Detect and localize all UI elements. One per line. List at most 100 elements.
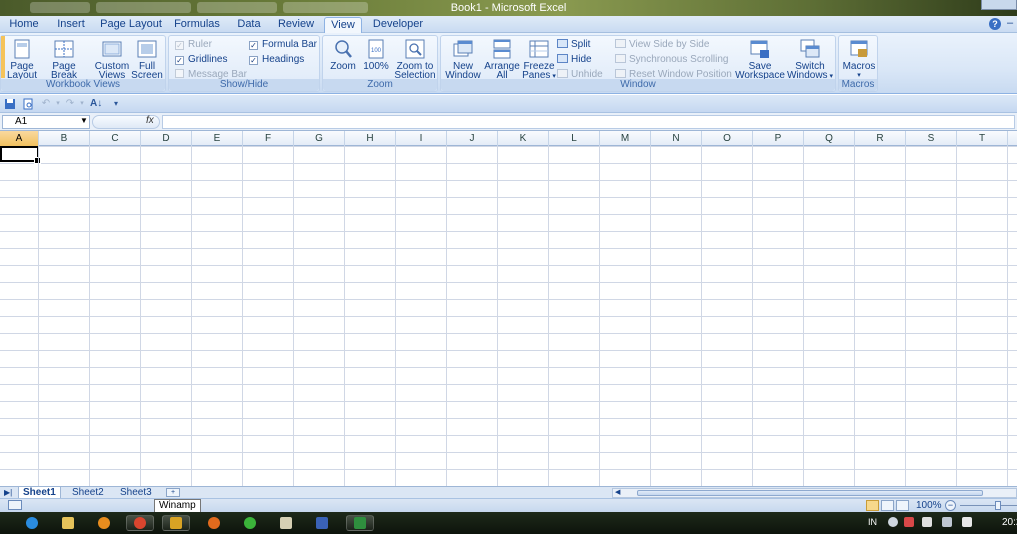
hide-button[interactable]: Hide	[557, 53, 592, 66]
tab-insert[interactable]: Insert	[50, 17, 92, 33]
taskbar-app-icon[interactable]	[236, 515, 264, 531]
taskbar-notes-icon[interactable]	[272, 515, 300, 531]
horizontal-scroll-thumb[interactable]	[637, 490, 983, 496]
zoom-level[interactable]: 100%	[916, 500, 942, 512]
save-workspace-button[interactable]: Save Workspace	[735, 38, 785, 81]
column-header-h[interactable]: H	[345, 131, 396, 146]
arrange-all-button[interactable]: Arrange All	[483, 38, 521, 81]
insert-function-icon[interactable]: fx	[146, 115, 154, 127]
full-screen-button[interactable]: Full Screen	[131, 38, 163, 81]
zoom-slider-thumb[interactable]	[995, 501, 1001, 510]
scroll-left-icon[interactable]: ◀	[615, 489, 620, 497]
redo-dropdown-icon[interactable]: ▾	[76, 98, 88, 110]
column-header-a[interactable]: A	[0, 131, 39, 146]
tab-developer[interactable]: Developer	[370, 17, 426, 33]
redo-icon[interactable]: ↷	[64, 98, 76, 110]
taskbar-explorer-icon[interactable]	[54, 515, 82, 531]
help-icon[interactable]: ?	[989, 18, 1001, 30]
display-icon[interactable]	[942, 517, 952, 527]
ruler-checkbox[interactable]: ✓ Ruler	[175, 38, 212, 51]
zoom-100-button[interactable]: 100 100%	[361, 38, 391, 72]
column-header-o[interactable]: O	[702, 131, 753, 146]
taskbar-media-player-icon[interactable]	[90, 515, 118, 531]
status-bar: 100% −	[0, 498, 1017, 512]
zoom-button[interactable]: Zoom	[327, 38, 359, 72]
switch-windows-button[interactable]: Switch Windows ▾	[785, 38, 835, 81]
tab-page-layout[interactable]: Page Layout	[100, 17, 162, 33]
formula-input[interactable]	[162, 115, 1015, 129]
device-icon[interactable]	[922, 517, 932, 527]
tab-formulas[interactable]: Formulas	[170, 17, 224, 33]
zoom-out-icon[interactable]: −	[945, 500, 956, 511]
column-header-i[interactable]: I	[396, 131, 447, 146]
custom-views-button[interactable]: Custom Views	[93, 38, 131, 81]
horizontal-scrollbar[interactable]: ◀	[612, 488, 1017, 498]
normal-view-icon[interactable]	[866, 500, 879, 511]
customize-toolbar-icon[interactable]: ▾	[110, 98, 122, 110]
undo-dropdown-icon[interactable]: ▾	[52, 98, 64, 110]
taskbar-chrome-icon[interactable]	[126, 515, 154, 531]
group-zoom: Zoom 100 100% Zoom to Selection Zoom	[322, 35, 438, 92]
zoom-slider[interactable]	[960, 505, 1017, 506]
macros-button[interactable]: Macros ▾	[841, 38, 877, 80]
action-center-flag-icon[interactable]	[904, 517, 914, 527]
taskbar-word-icon[interactable]	[308, 515, 336, 531]
column-header-r[interactable]: R	[855, 131, 906, 146]
page-layout-button[interactable]: Page Layout	[7, 38, 37, 81]
column-header-b[interactable]: B	[39, 131, 90, 146]
column-header-j[interactable]: J	[447, 131, 498, 146]
column-header-f[interactable]: F	[243, 131, 294, 146]
synchronous-scrolling-button[interactable]: Synchronous Scrolling	[615, 53, 729, 66]
taskbar-winamp-icon[interactable]	[162, 515, 190, 531]
view-side-by-side-button[interactable]: View Side by Side	[615, 38, 709, 51]
column-header-l[interactable]: L	[549, 131, 600, 146]
column-header-m[interactable]: M	[600, 131, 651, 146]
window-controls[interactable]	[981, 0, 1017, 10]
column-header-c[interactable]: C	[90, 131, 141, 146]
taskbar-excel-icon[interactable]	[346, 515, 374, 531]
save-icon[interactable]	[4, 98, 16, 110]
normal-view-edge[interactable]	[1, 36, 5, 78]
column-header-q[interactable]: Q	[804, 131, 855, 146]
ribbon-tab-bar: Home Insert Page Layout Formulas Data Re…	[0, 16, 1017, 33]
name-box[interactable]: A1	[2, 115, 90, 129]
column-header-e[interactable]: E	[192, 131, 243, 146]
tab-home[interactable]: Home	[4, 17, 44, 33]
headings-checkbox[interactable]: ✓ Headings	[249, 53, 304, 66]
freeze-panes-button[interactable]: Freeze Panes ▾	[521, 38, 557, 81]
network-icon[interactable]	[888, 517, 898, 527]
column-header-n[interactable]: N	[651, 131, 702, 146]
print-preview-icon[interactable]	[22, 98, 34, 110]
page-layout-view-icon[interactable]	[881, 500, 894, 511]
undo-icon[interactable]: ↶	[40, 98, 52, 110]
sort-ascending-icon[interactable]: A↓	[90, 98, 102, 110]
language-indicator[interactable]: IN	[868, 517, 877, 527]
page-break-view-icon[interactable]	[896, 500, 909, 511]
taskbar-firefox-icon[interactable]	[200, 515, 228, 531]
first-sheet-icon[interactable]: ▶|	[4, 487, 12, 498]
minimize-ribbon-icon[interactable]: –	[1005, 18, 1015, 30]
tab-data[interactable]: Data	[232, 17, 266, 33]
volume-icon[interactable]	[962, 517, 972, 527]
column-header-g[interactable]: G	[294, 131, 345, 146]
new-window-button[interactable]: New Window	[443, 38, 483, 81]
gridlines-checkbox[interactable]: ✓ Gridlines	[175, 53, 227, 66]
tab-view[interactable]: View	[324, 17, 362, 33]
clock[interactable]: 20:2	[1002, 517, 1017, 528]
insert-sheet-icon[interactable]: +	[166, 488, 180, 497]
name-box-dropdown-icon[interactable]: ▼	[80, 115, 88, 127]
column-header-p[interactable]: P	[753, 131, 804, 146]
formula-bar-checkbox[interactable]: ✓ Formula Bar	[249, 38, 317, 51]
column-header-s[interactable]: S	[906, 131, 957, 146]
zoom-to-selection-button[interactable]: Zoom to Selection	[393, 38, 437, 81]
record-macro-icon[interactable]	[8, 500, 22, 510]
active-cell[interactable]	[0, 146, 41, 164]
column-header-k[interactable]: K	[498, 131, 549, 146]
column-header-d[interactable]: D	[141, 131, 192, 146]
column-header-t[interactable]: T	[957, 131, 1008, 146]
split-button[interactable]: Split	[557, 38, 590, 51]
cells-area[interactable]	[0, 146, 1017, 486]
tab-review[interactable]: Review	[274, 17, 318, 33]
taskbar-ie-icon[interactable]	[18, 515, 46, 531]
worksheet-grid[interactable]: ABCDEFGHIJKLMNOPQRST	[0, 131, 1017, 486]
